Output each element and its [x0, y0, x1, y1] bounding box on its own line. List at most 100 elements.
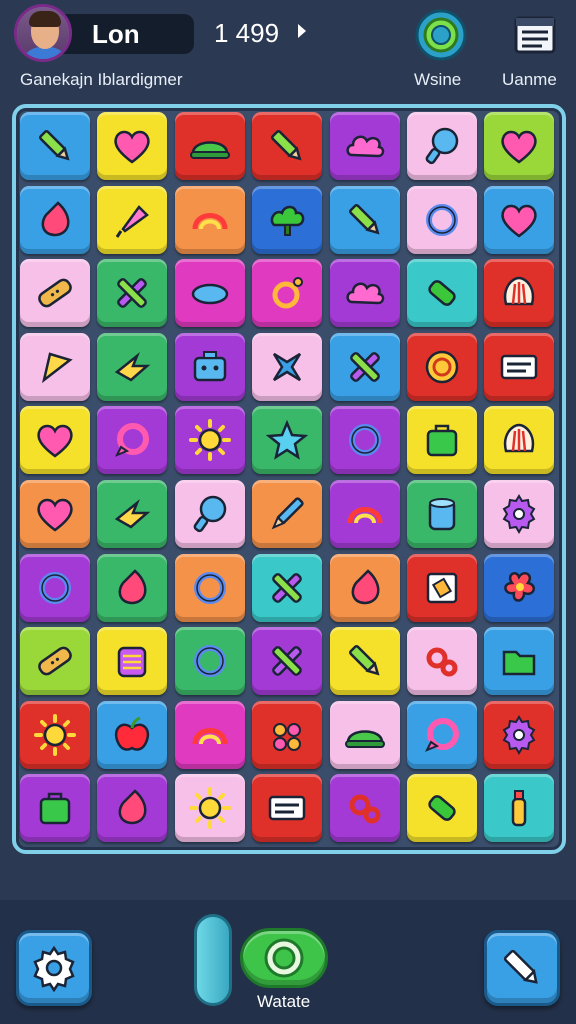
tile-box[interactable] [97, 627, 168, 696]
bottle-icon [512, 790, 527, 827]
tile-rainbow[interactable] [174, 185, 245, 254]
world-button[interactable] [414, 8, 468, 62]
tile-flask[interactable] [407, 112, 477, 180]
settings-button[interactable] [16, 930, 92, 1006]
cross-icon [272, 572, 303, 603]
tile-bar[interactable] [407, 774, 477, 843]
score-arrow-icon[interactable] [298, 24, 306, 38]
water-button-label: Watate [257, 992, 311, 1011]
tile-cloud[interactable] [329, 259, 400, 328]
tile-ring[interactable] [174, 553, 245, 622]
tile-pencil[interactable] [329, 185, 400, 254]
ring-icon [193, 645, 226, 678]
edit-button[interactable] [484, 930, 560, 1006]
tile-pencil[interactable] [20, 112, 90, 180]
tile-robot[interactable] [174, 332, 245, 401]
player-subtitle: Ganekajn Iblardigmer [20, 70, 183, 89]
tile-heart[interactable] [97, 112, 168, 180]
tile-sun[interactable] [20, 700, 90, 769]
tile-gear[interactable] [484, 480, 555, 548]
tile-sun[interactable] [174, 406, 245, 475]
tile-cloud[interactable] [329, 112, 400, 180]
tile-drop[interactable] [97, 553, 168, 622]
tile-bag[interactable] [407, 406, 477, 475]
tile-drop[interactable] [329, 553, 400, 622]
cross-icon [272, 646, 303, 677]
tile-star4[interactable] [252, 332, 323, 401]
tile-drop[interactable] [97, 774, 168, 843]
tile-ring[interactable] [20, 553, 90, 622]
tile-star[interactable] [252, 406, 323, 475]
tile-rainbow[interactable] [329, 480, 400, 548]
tile-chat[interactable] [97, 406, 168, 475]
tile-bandage[interactable] [20, 627, 90, 696]
tile-ring[interactable] [407, 185, 477, 254]
heart-icon [501, 204, 538, 238]
tile-pencil[interactable] [329, 627, 400, 696]
tile-heart[interactable] [484, 112, 555, 180]
tile-cross[interactable] [252, 627, 323, 696]
tile-cross[interactable] [97, 259, 168, 328]
sun-icon [188, 419, 231, 462]
tile-ring[interactable] [174, 627, 245, 696]
tile-rings[interactable] [329, 774, 400, 843]
tile-cross[interactable] [252, 553, 323, 622]
tile-dots[interactable] [252, 700, 323, 769]
rocket-icon [116, 204, 150, 238]
tile-bag[interactable] [20, 774, 90, 843]
tile-rings[interactable] [407, 627, 477, 696]
tile-pencil[interactable] [252, 112, 323, 180]
list-icon [514, 16, 556, 54]
tile-gear[interactable] [484, 700, 555, 769]
dots-icon [273, 722, 302, 751]
sun-icon [188, 787, 231, 830]
tile-panel[interactable] [252, 774, 323, 843]
pencil-icon [348, 203, 380, 235]
tile-rocket[interactable] [97, 185, 168, 254]
tile-heart[interactable] [20, 480, 90, 548]
menu-button[interactable] [508, 8, 562, 62]
tile-gear-ring[interactable] [252, 259, 323, 328]
tile-apple[interactable] [97, 700, 168, 769]
tile-bird[interactable] [97, 480, 168, 548]
ring-icon [39, 571, 71, 604]
tile-helmet[interactable] [329, 700, 400, 769]
tile-bird[interactable] [97, 332, 168, 401]
apple-icon [115, 716, 150, 751]
tile-heart[interactable] [484, 185, 555, 254]
tile-rainbow[interactable] [174, 700, 245, 769]
tile-tree[interactable] [252, 185, 323, 254]
sun-icon [34, 713, 76, 756]
world-button-label: Wsine [414, 70, 462, 89]
folder-icon [503, 650, 536, 676]
tile-shell[interactable] [484, 259, 555, 328]
tile-heart[interactable] [20, 406, 90, 475]
energy-pill[interactable] [194, 914, 232, 1006]
tile-flask[interactable] [174, 480, 245, 548]
tile-drop[interactable] [20, 185, 90, 254]
tile-kite[interactable] [20, 332, 90, 401]
tile-bar[interactable] [407, 259, 477, 328]
tile-cross[interactable] [329, 332, 400, 401]
tile-helmet[interactable] [174, 112, 245, 180]
tile-bandage[interactable] [20, 259, 90, 328]
tile-ring[interactable] [329, 406, 400, 475]
tile-tag[interactable] [407, 553, 477, 622]
tile-bottle[interactable] [484, 774, 555, 843]
tile-panel[interactable] [484, 332, 555, 401]
tile-sun[interactable] [174, 774, 245, 843]
tile-oval[interactable] [174, 259, 245, 328]
tile-cup[interactable] [407, 480, 477, 548]
drop-icon [351, 568, 380, 604]
tile-shell[interactable] [484, 406, 555, 475]
tile-pen[interactable] [252, 480, 323, 548]
tile-coin[interactable] [407, 332, 477, 401]
tile-flower[interactable] [484, 553, 555, 622]
tile-chat[interactable] [407, 700, 477, 769]
tile-folder[interactable] [484, 627, 555, 696]
player-avatar[interactable] [14, 4, 72, 62]
bandage-icon [38, 278, 72, 308]
bird-icon [115, 351, 151, 382]
ring-icon [426, 203, 458, 236]
water-button[interactable] [240, 928, 328, 988]
